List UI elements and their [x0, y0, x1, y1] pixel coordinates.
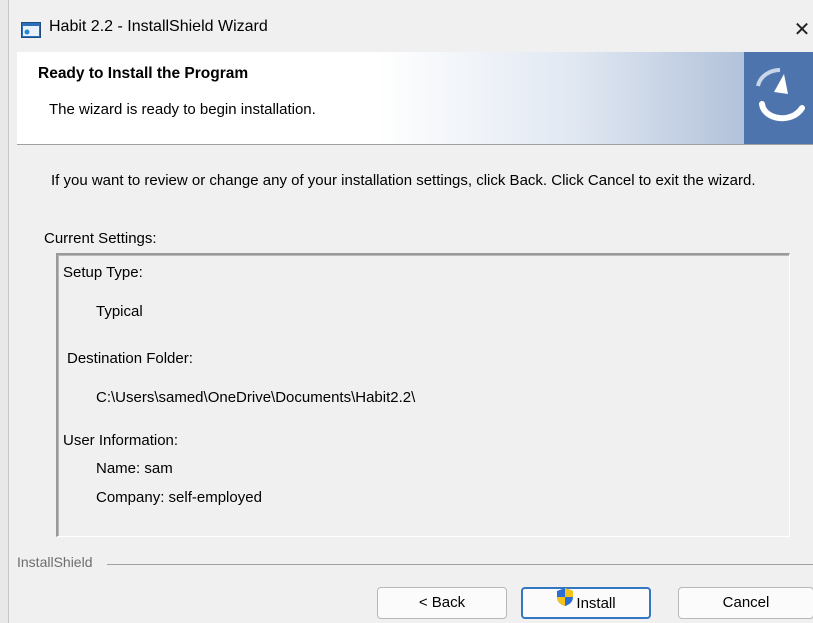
current-settings-label: Current Settings:: [44, 230, 157, 247]
destination-folder-label: Destination Folder:: [67, 350, 193, 367]
user-information-label: User Information:: [63, 432, 179, 449]
user-name-value: Name: sam: [96, 460, 173, 477]
setup-type-label: Setup Type:: [63, 264, 143, 281]
cancel-button-label: Cancel: [722, 594, 770, 611]
installer-window: Habit 2.2 - InstallShield Wizard ✕ Ready…: [8, 0, 813, 623]
page-subtitle: The wizard is ready to begin installatio…: [49, 101, 316, 118]
install-button-label: Install: [576, 594, 616, 612]
header-banner: Ready to Install the Program The wizard …: [17, 52, 813, 145]
cancel-button[interactable]: Cancel: [678, 587, 813, 619]
close-icon[interactable]: ✕: [790, 14, 813, 44]
instructions-text: If you want to review or change any of y…: [51, 172, 756, 189]
destination-folder-value: C:\Users\samed\OneDrive\Documents\Habit2…: [96, 389, 416, 406]
back-button-label: < Back: [418, 594, 466, 611]
installshield-logo-icon: [744, 52, 813, 144]
install-button[interactable]: Install: [521, 587, 651, 619]
title-bar[interactable]: Habit 2.2 - InstallShield Wizard ✕: [9, 0, 813, 52]
settings-summary[interactable]: Setup Type: Typical Destination Folder: …: [56, 253, 790, 537]
company-value: Company: self-employed: [96, 489, 262, 506]
uac-shield-icon: [556, 587, 574, 617]
installshield-brand-label: InstallShield: [17, 554, 93, 570]
back-button[interactable]: < Back: [377, 587, 507, 619]
footer-divider: [107, 564, 813, 565]
main-content: If you want to review or change any of y…: [17, 145, 813, 550]
window-title: Habit 2.2 - InstallShield Wizard: [49, 18, 268, 35]
page-title: Ready to Install the Program: [38, 65, 249, 82]
installer-window-icon: [21, 22, 41, 38]
setup-type-value: Typical: [96, 303, 143, 320]
